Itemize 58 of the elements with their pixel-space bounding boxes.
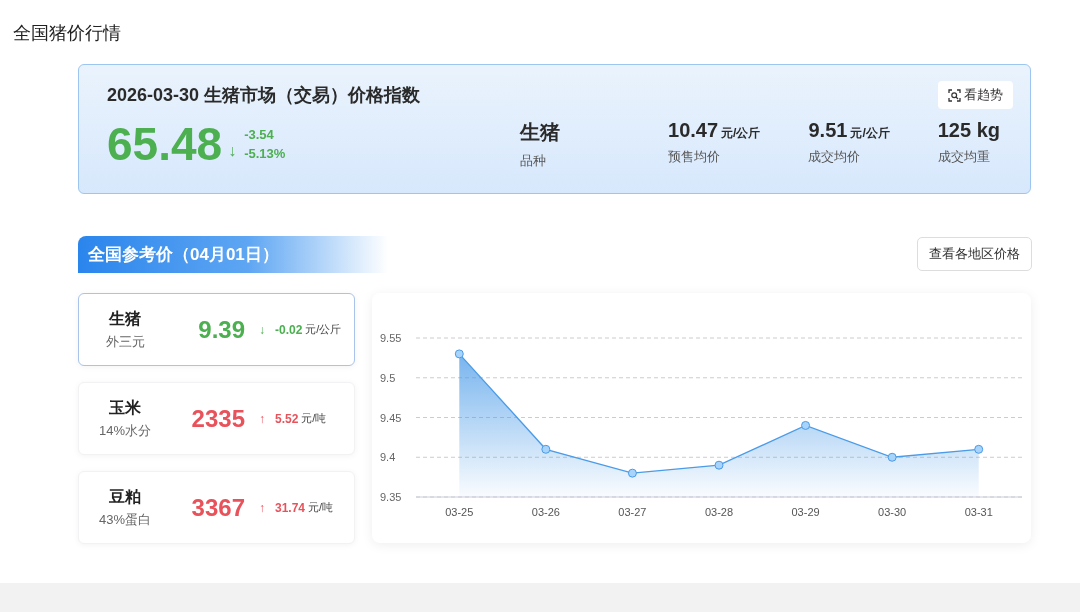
axis-label: 9.45 [380, 411, 402, 424]
stat-value: 生猪 [520, 119, 562, 145]
trend-arrow: ↓ [228, 142, 237, 160]
price-unit: 元/吨 [301, 411, 327, 426]
trend-arrow: ↑ [259, 411, 265, 426]
section-header: 全国参考价（04月01日） [78, 236, 388, 273]
data-point [454, 349, 464, 359]
axis-label: 9.35 [380, 491, 402, 503]
axis-label: 9.4 [380, 451, 396, 464]
index-value: 65.48 [107, 117, 223, 171]
trend-arrow: ↑ [259, 500, 265, 515]
trend-arrow: ↓ [259, 322, 265, 337]
axis-label: 03-28 [704, 506, 734, 518]
scan-search-icon [948, 88, 961, 102]
axis-label: 9.55 [380, 332, 402, 344]
data-point [801, 420, 811, 430]
price-unit: 元/公斤 [305, 322, 342, 337]
data-point [887, 452, 897, 462]
commodity-price: 2335 [190, 404, 245, 433]
commodity-name: 玉米 [109, 397, 141, 418]
commodity-card[interactable]: 生猪 外三元 9.39 ↓ -0.02 元/公斤 [78, 293, 355, 366]
axis-label: 03-30 [878, 506, 907, 518]
stat-label: 成交均重 [937, 147, 991, 166]
stat-label: 成交均价 [808, 147, 862, 166]
stat-label: 预售均价 [668, 147, 722, 166]
axis-label: 03-25 [445, 506, 474, 518]
stat-value: 10.47 元/公斤 [668, 118, 761, 142]
data-point [541, 444, 551, 454]
commodity-card[interactable]: 豆粕 43%蛋白 3367 ↑ 31.74 元/吨 [78, 471, 355, 544]
axis-label: 03-26 [531, 506, 560, 518]
region-prices-button[interactable]: 查看各地区价格 [917, 237, 1032, 271]
price-change: -0.02 [275, 322, 303, 337]
trend-button[interactable]: 看趋势 [938, 81, 1013, 109]
price-change: 5.52 [275, 411, 299, 426]
index-title: 2026-03-30 生猪市场（交易）价格指数 [107, 84, 421, 107]
commodity-name: 豆粕 [109, 486, 141, 507]
axis-label: 03-31 [964, 506, 993, 518]
commodity-spec: 外三元 [105, 332, 145, 351]
commodity-price: 9.39 [197, 315, 245, 344]
commodity-name: 生猪 [109, 308, 141, 329]
data-point [627, 468, 637, 478]
axis-label: 03-27 [618, 506, 647, 518]
data-point [974, 444, 984, 454]
price-change: 31.74 [275, 500, 306, 515]
axis-label: 03-29 [791, 506, 820, 518]
commodity-spec: 14%水分 [99, 421, 151, 440]
commodity-price: 3367 [190, 493, 245, 522]
data-point [714, 460, 724, 470]
page-title: 全国猪价行情 [13, 22, 121, 45]
axis-label: 9.5 [380, 371, 396, 384]
index-change: -3.54 [244, 127, 275, 142]
price-unit: 元/吨 [308, 500, 334, 515]
stat-value: 9.51 元/公斤 [808, 118, 890, 142]
index-change-percent: -5.13% [244, 146, 286, 161]
commodity-spec: 43%蛋白 [99, 510, 151, 529]
stat-value: 125 kg [937, 118, 1000, 142]
commodity-card[interactable]: 玉米 14%水分 2335 ↑ 5.52 元/吨 [78, 382, 355, 455]
stat-label: 品种 [520, 151, 548, 170]
